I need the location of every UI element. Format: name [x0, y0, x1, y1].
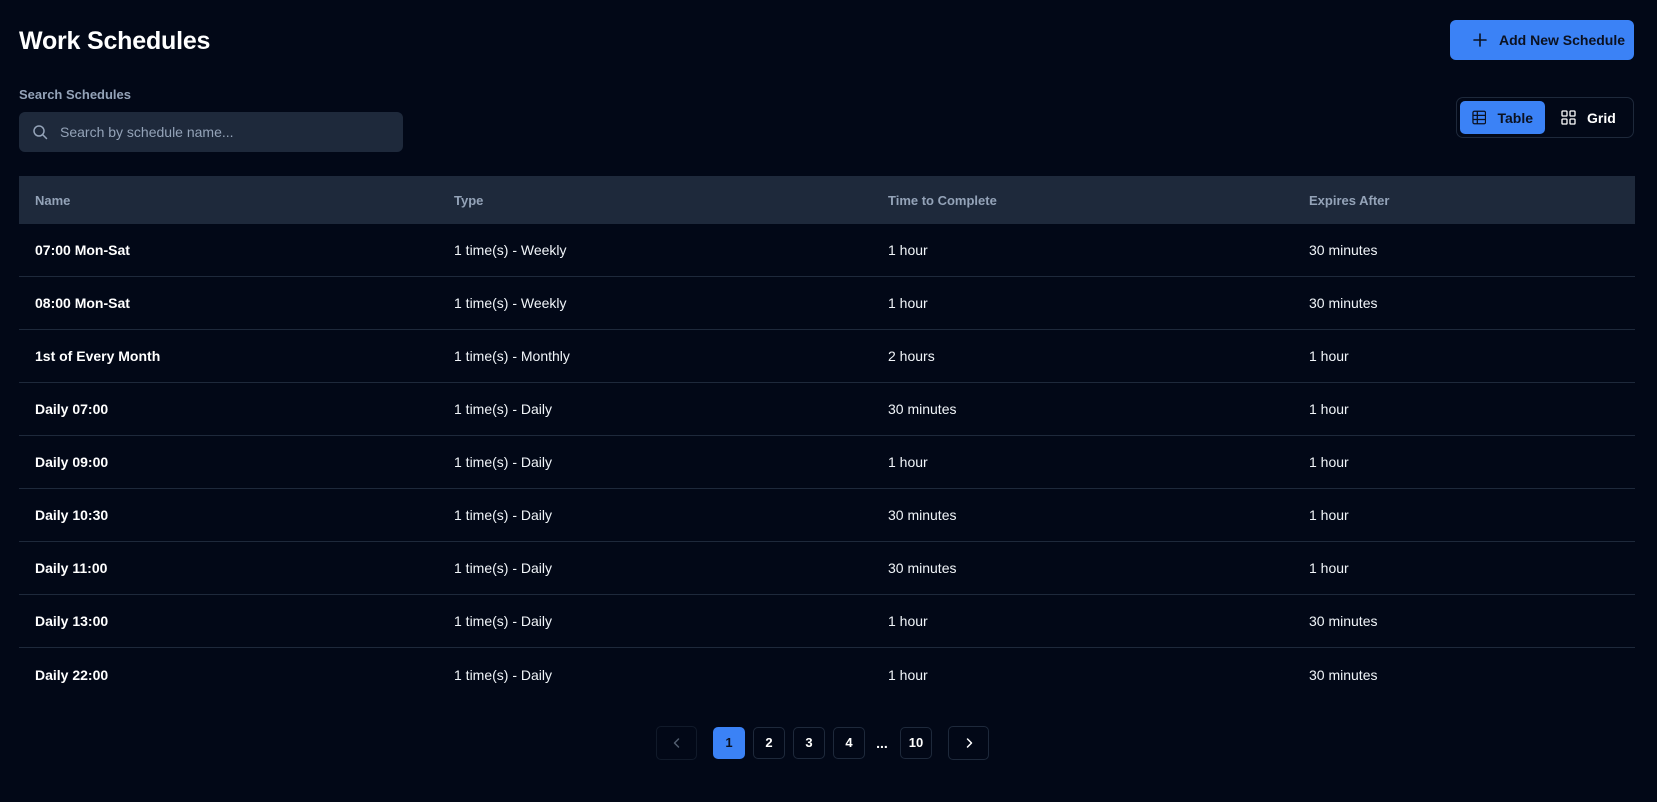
chevron-right-icon [966, 737, 972, 748]
search-icon [33, 125, 48, 140]
search-input[interactable] [60, 124, 380, 140]
table-row[interactable]: Daily 10:30 1 time(s) - Daily 30 minutes… [19, 489, 1635, 542]
schedule-time-to-complete: 30 minutes [888, 560, 957, 576]
schedule-expires-after: 30 minutes [1309, 666, 1378, 683]
table-row[interactable]: Daily 07:00 1 time(s) - Daily 30 minutes… [19, 383, 1635, 436]
add-new-schedule-button[interactable]: Add New Schedule [1450, 20, 1634, 60]
page-title: Work Schedules [19, 27, 211, 55]
schedule-name: 1st of Every Month [35, 348, 161, 364]
pagination-ellipsis: ... [876, 734, 888, 751]
work-schedules-page: Work Schedules Add New Schedule Search S… [0, 0, 1657, 802]
schedule-time-to-complete: 1 hour [888, 454, 928, 470]
schedules-table: Name Type Time to Complete Expires After… [19, 176, 1635, 701]
schedule-type: 1 time(s) - Monthly [454, 348, 570, 364]
schedule-time-to-complete: 30 minutes [888, 507, 957, 523]
table-row[interactable]: Daily 22:00 1 time(s) - Daily 1 hour 30 … [19, 648, 1635, 701]
schedule-name: 08:00 Mon-Sat [35, 295, 130, 311]
table-view-button[interactable]: Table [1460, 101, 1545, 134]
plus-icon [1473, 33, 1487, 47]
schedule-type: 1 time(s) - Daily [454, 613, 553, 629]
schedule-name: Daily 10:30 [35, 507, 109, 523]
table-row[interactable]: Daily 09:00 1 time(s) - Daily 1 hour 1 h… [19, 436, 1635, 489]
column-header-type[interactable]: Type [454, 193, 888, 208]
schedule-expires-after: 1 hour [1309, 348, 1349, 364]
schedule-name: 07:00 Mon-Sat [35, 242, 130, 258]
grid-view-label: Grid [1587, 109, 1616, 126]
schedule-expires-after: 1 hour [1309, 454, 1349, 470]
add-new-schedule-label: Add New Schedule [1499, 32, 1626, 48]
schedule-name: Daily 09:00 [35, 454, 109, 470]
schedule-expires-after: 1 hour [1309, 560, 1349, 576]
schedule-time-to-complete: 1 hour [888, 242, 928, 258]
schedule-expires-after: 1 hour [1309, 507, 1349, 523]
table-view-label: Table [1497, 109, 1533, 126]
table-row[interactable]: 08:00 Mon-Sat 1 time(s) - Weekly 1 hour … [19, 277, 1635, 330]
table-row[interactable]: 1st of Every Month 1 time(s) - Monthly 2… [19, 330, 1635, 383]
schedule-type: 1 time(s) - Daily [454, 454, 553, 470]
previous-page-button[interactable] [656, 725, 697, 760]
schedule-type: 1 time(s) - Daily [454, 401, 553, 417]
schedule-expires-after: 30 minutes [1309, 613, 1378, 629]
view-toggle: Table Grid [1456, 97, 1634, 138]
page-header: Work Schedules Add New Schedule [19, 20, 1634, 60]
chevron-left-icon [673, 737, 679, 748]
column-header-time-to-complete[interactable]: Time to Complete [888, 193, 1309, 208]
search-label: Search Schedules [19, 87, 131, 102]
page-button-1[interactable]: 1 [713, 726, 745, 759]
table-icon [1472, 110, 1487, 125]
page-button-2[interactable]: 2 [753, 726, 785, 759]
schedule-type: 1 time(s) - Daily [454, 507, 553, 523]
grid-view-button[interactable]: Grid [1549, 101, 1628, 134]
table-row[interactable]: Daily 11:00 1 time(s) - Daily 30 minutes… [19, 542, 1635, 595]
schedule-name: Daily 22:00 [35, 666, 109, 683]
page-button-3[interactable]: 3 [793, 726, 825, 759]
page-button-10[interactable]: 10 [900, 726, 932, 759]
schedule-time-to-complete: 1 hour [888, 613, 928, 629]
schedule-type: 1 time(s) - Daily [454, 560, 553, 576]
pagination: 1 2 3 4 ... 10 [656, 725, 989, 760]
schedule-time-to-complete: 2 hours [888, 348, 935, 364]
search-field[interactable] [19, 112, 403, 152]
table-row[interactable]: 07:00 Mon-Sat 1 time(s) - Weekly 1 hour … [19, 224, 1635, 277]
schedule-time-to-complete: 30 minutes [888, 401, 957, 417]
schedule-time-to-complete: 1 hour [888, 666, 928, 683]
schedule-time-to-complete: 1 hour [888, 295, 928, 311]
schedule-type: 1 time(s) - Daily [454, 666, 553, 683]
table-header: Name Type Time to Complete Expires After [19, 176, 1635, 224]
schedule-name: Daily 11:00 [35, 560, 108, 576]
grid-icon [1561, 110, 1576, 125]
next-page-button[interactable] [948, 725, 989, 760]
schedule-type: 1 time(s) - Weekly [454, 295, 567, 311]
schedule-expires-after: 30 minutes [1309, 295, 1378, 311]
schedule-type: 1 time(s) - Weekly [454, 242, 567, 258]
schedule-name: Daily 07:00 [35, 401, 109, 417]
schedule-name: Daily 13:00 [35, 613, 109, 629]
schedule-expires-after: 30 minutes [1309, 242, 1378, 258]
column-header-name[interactable]: Name [19, 193, 454, 208]
column-header-expires-after[interactable]: Expires After [1309, 193, 1635, 208]
table-row[interactable]: Daily 13:00 1 time(s) - Daily 1 hour 30 … [19, 595, 1635, 648]
page-button-4[interactable]: 4 [833, 726, 865, 759]
schedule-expires-after: 1 hour [1309, 401, 1349, 417]
